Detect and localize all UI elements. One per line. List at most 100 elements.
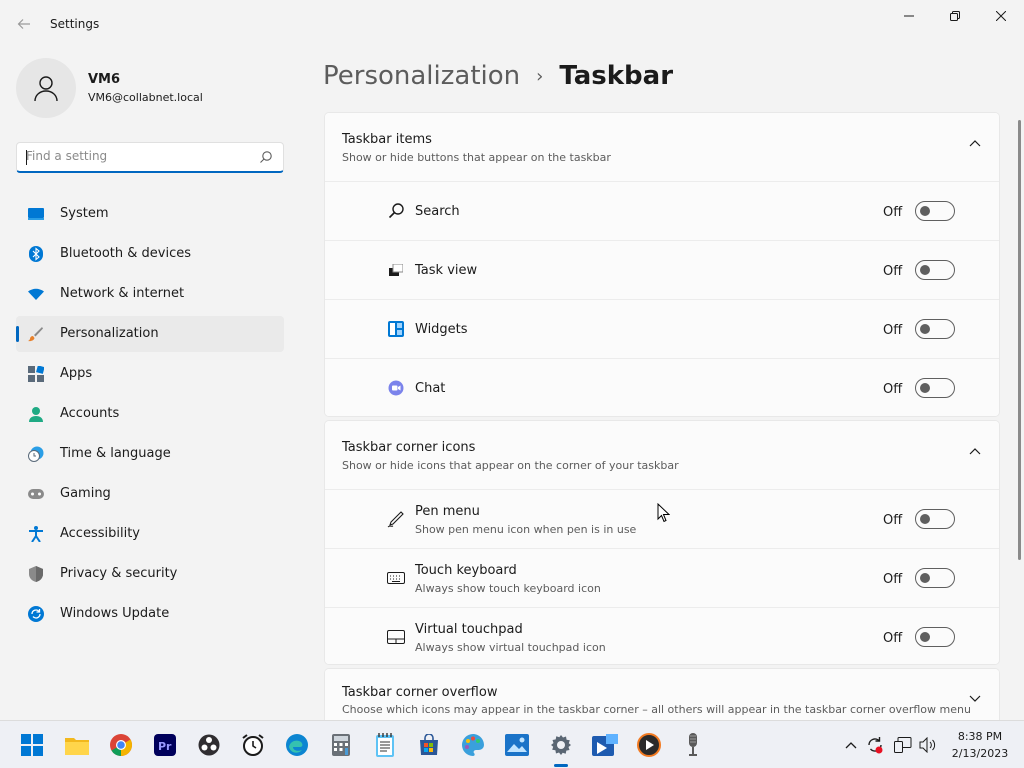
taskbar-corner-overflow-section[interactable]: Taskbar corner overflow Choose which ico… — [324, 668, 1000, 720]
restore-icon — [950, 11, 960, 21]
sidebar-nav: System Bluetooth & devices Network & int… — [16, 196, 284, 636]
setting-row-touch-keyboard: Touch keyboard Always show touch keyboar… — [325, 548, 999, 607]
calculator-icon — [332, 734, 350, 756]
store-button[interactable] — [415, 731, 443, 759]
volume-tray-button[interactable] — [919, 735, 937, 755]
taskbar-items-section: Taskbar items Show or hide buttons that … — [324, 112, 1000, 417]
notepad-icon — [376, 733, 394, 757]
network-tray-button[interactable] — [894, 735, 912, 755]
wifi-icon — [28, 286, 44, 302]
edge-icon — [286, 734, 308, 756]
photos-icon — [505, 734, 529, 756]
touch-keyboard-toggle[interactable] — [915, 568, 955, 588]
breadcrumb-parent[interactable]: Personalization — [323, 61, 520, 91]
alarm-clock-button[interactable] — [239, 731, 267, 759]
sidebar-item-personalization[interactable]: Personalization — [16, 316, 284, 352]
sidebar-item-accessibility[interactable]: Accessibility — [16, 516, 284, 552]
taskbar-corner-icons-section: Taskbar corner icons Show or hide icons … — [324, 420, 1000, 665]
close-icon — [996, 11, 1006, 21]
notepad-button[interactable] — [371, 731, 399, 759]
sidebar-item-bluetooth[interactable]: Bluetooth & devices — [16, 236, 284, 272]
breadcrumb-separator: › — [536, 65, 544, 87]
start-icon — [21, 734, 43, 756]
close-button[interactable] — [978, 0, 1024, 32]
start-button[interactable] — [18, 731, 46, 759]
microphone-button[interactable] — [679, 731, 707, 759]
back-button[interactable] — [12, 12, 36, 36]
sidebar-item-apps[interactable]: Apps — [16, 356, 284, 392]
taskbar: Pr 8:38 PM 2/13/2023 — [0, 720, 1024, 768]
update-icon — [28, 606, 44, 622]
sidebar-item-system[interactable]: System — [16, 196, 284, 232]
breadcrumb: Personalization › Taskbar — [323, 58, 673, 94]
pen-menu-toggle[interactable] — [915, 509, 955, 529]
setting-row-chat: Chat Off — [325, 358, 999, 416]
gamepad-icon — [28, 486, 44, 502]
video-editor-button[interactable] — [591, 731, 619, 759]
media-player-button[interactable] — [635, 731, 663, 759]
sidebar-item-accounts[interactable]: Accounts — [16, 396, 284, 432]
sidebar-item-privacy[interactable]: Privacy & security — [16, 556, 284, 592]
chevron-up-icon[interactable] — [969, 447, 981, 455]
accounts-icon — [28, 406, 44, 422]
sidebar-item-network[interactable]: Network & internet — [16, 276, 284, 312]
settings-button[interactable] — [547, 731, 575, 759]
svg-text:Pr: Pr — [158, 740, 172, 753]
chevron-up-icon — [845, 742, 857, 749]
photos-button[interactable] — [503, 731, 531, 759]
store-icon — [420, 734, 438, 755]
volume-icon — [919, 737, 936, 753]
search-toggle[interactable] — [915, 201, 955, 221]
sync-icon — [868, 737, 883, 754]
video-editor-icon — [592, 734, 618, 756]
obs-button[interactable] — [195, 731, 223, 759]
network-icon — [894, 737, 912, 753]
minimize-button[interactable] — [886, 0, 932, 32]
media-player-icon — [637, 733, 661, 757]
widgets-toggle[interactable] — [915, 319, 955, 339]
calculator-button[interactable] — [327, 731, 355, 759]
text-caret — [26, 150, 27, 165]
search-icon[interactable] — [259, 150, 273, 164]
taskbar-corner-icons-header[interactable]: Taskbar corner icons Show or hide icons … — [325, 421, 999, 489]
chevron-up-icon[interactable] — [969, 139, 981, 147]
setting-row-search: Search Off — [325, 181, 999, 240]
file-explorer-button[interactable] — [63, 731, 91, 759]
taskbar-items-header[interactable]: Taskbar items Show or hide buttons that … — [325, 113, 999, 181]
virtual-touchpad-toggle[interactable] — [915, 627, 955, 647]
sidebar-item-gaming[interactable]: Gaming — [16, 476, 284, 512]
title-bar: Settings — [0, 0, 1024, 48]
avatar[interactable] — [16, 58, 76, 118]
maximize-button[interactable] — [932, 0, 978, 32]
bluetooth-icon — [28, 246, 44, 262]
search-box[interactable] — [16, 142, 284, 173]
app-title: Settings — [50, 17, 100, 31]
chevron-down-icon[interactable] — [969, 695, 981, 703]
mouse-cursor-icon — [657, 503, 670, 523]
clock-date[interactable]: 2/13/2023 — [950, 747, 1010, 760]
minimize-icon — [904, 15, 914, 17]
sidebar-item-windows-update[interactable]: Windows Update — [16, 596, 284, 632]
sidebar-item-time-language[interactable]: Time & language — [16, 436, 284, 472]
clock-time[interactable]: 8:38 PM — [950, 730, 1010, 743]
scrollbar[interactable] — [1018, 120, 1021, 560]
sync-tray-button[interactable] — [866, 735, 884, 755]
settings-icon — [551, 735, 571, 755]
user-email: VM6@collabnet.local — [88, 91, 203, 104]
show-hidden-icons-button[interactable] — [845, 735, 857, 755]
paint-icon — [462, 734, 484, 756]
user-icon — [34, 76, 58, 102]
accessibility-icon — [28, 526, 44, 542]
obs-icon — [198, 734, 220, 756]
chat-toggle[interactable] — [915, 378, 955, 398]
search-input[interactable] — [26, 149, 246, 163]
chrome-button[interactable] — [107, 731, 135, 759]
chrome-icon — [110, 734, 132, 756]
taskbar-corner-overflow-header[interactable]: Taskbar corner overflow Choose which ico… — [325, 669, 999, 720]
back-arrow-icon — [17, 19, 30, 29]
premiere-button[interactable]: Pr — [151, 731, 179, 759]
apps-icon — [28, 366, 44, 382]
edge-button[interactable] — [283, 731, 311, 759]
task-view-toggle[interactable] — [915, 260, 955, 280]
paint-button[interactable] — [459, 731, 487, 759]
